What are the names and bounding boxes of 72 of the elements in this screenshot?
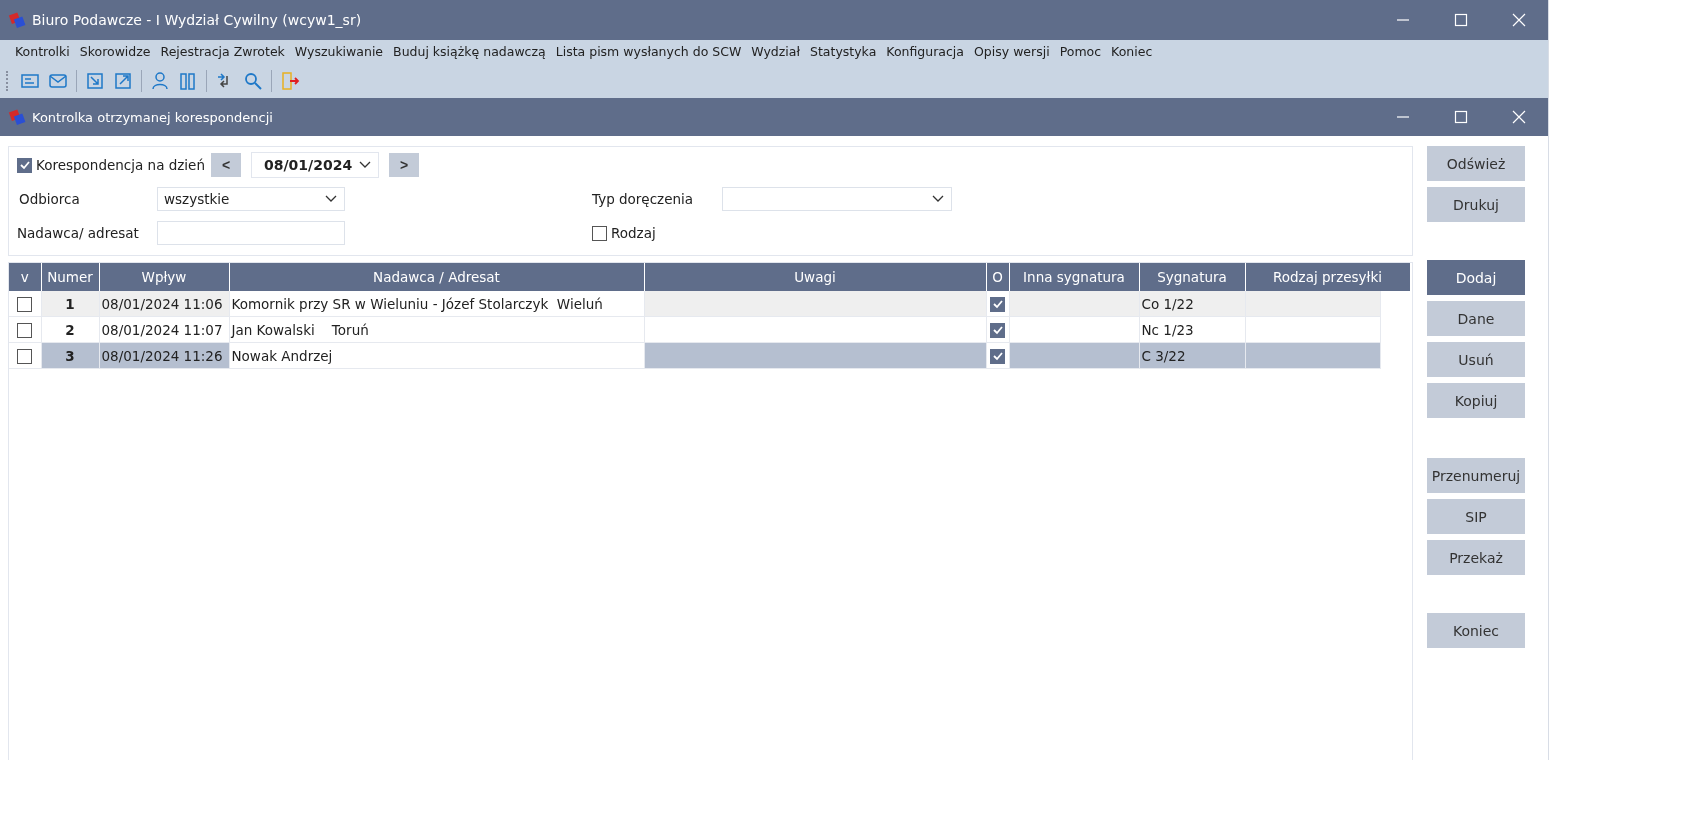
column-header[interactable]: Numer [41,263,99,291]
action-button[interactable]: Dodaj [1427,260,1525,295]
checkbox[interactable] [990,296,1005,312]
field-label: Odbiorca [18,191,81,207]
menu-item[interactable]: Rejestracja Zwrotek [155,42,290,61]
menu-item[interactable]: Pomoc [1054,42,1107,61]
field-label: Nadawca/ adresat [17,225,140,241]
table-cell: Jan Kowalski Toruń [229,316,644,343]
sender-field[interactable] [157,221,345,245]
maximize-icon [1454,13,1468,27]
menu-item[interactable]: Skorowidze [74,42,156,61]
action-button[interactable]: Przenumeruj [1427,458,1525,493]
table-cell: Komornik przy SR w Wieluniu - Józef Stolarczyk Wieluń [229,291,644,317]
next-day-button[interactable]: > [389,153,419,177]
close-icon [1512,110,1526,124]
action-button[interactable]: Usuń [1427,342,1525,377]
previous-day-button[interactable]: < [211,153,241,177]
table-cell: C 3/22 [1139,342,1245,369]
table-cell: Nc 1/23 [1139,316,1245,343]
checkbox[interactable] [17,296,33,312]
column-header[interactable]: Wpływ [99,263,229,291]
column-header[interactable]: v [9,263,41,291]
recipient-dropdown[interactable]: wszystkie [157,187,345,211]
menu-item[interactable]: Konfiguracja [881,42,969,61]
checkbox[interactable] [17,322,33,338]
table-cell: 08/01/2024 11:26 [99,342,229,369]
table-cell: 08/01/2024 11:07 [99,316,229,343]
checkbox-label: Korespondencja na dzień [36,157,205,173]
checkbox[interactable] [990,348,1005,364]
table-cell: Co 1/22 [1139,291,1245,317]
action-button[interactable]: Przekaż [1427,540,1525,575]
checkbox[interactable] [17,157,32,173]
menu-item[interactable]: Wydział [746,42,805,61]
action-button[interactable]: Odśwież [1427,146,1525,181]
table-cell: 1 [41,291,99,317]
menu-item[interactable]: Statystyka [805,42,882,61]
menu-item[interactable]: Opisy wersji [969,42,1055,61]
action-button[interactable]: SIP [1427,499,1525,534]
checkbox-label: Rodzaj [611,225,656,241]
menu-item[interactable]: Koniec [1106,42,1158,61]
action-button[interactable]: Drukuj [1427,187,1525,222]
column-header[interactable]: Uwagi [644,263,986,291]
checkbox[interactable] [17,348,33,364]
column-header[interactable]: Inna sygnatura [1009,263,1139,291]
table-cell: Nowak Andrzej [229,342,644,369]
date-dropdown[interactable]: 08/01/2024 [251,152,379,178]
checkbox[interactable] [990,322,1005,338]
column-header[interactable]: Nadawca / Adresat [229,263,644,291]
window-icon [8,108,26,126]
column-header[interactable]: Sygnatura [1139,263,1245,291]
action-button[interactable]: Koniec [1427,613,1525,648]
close-icon [1512,13,1526,27]
maximize-icon [1454,110,1468,124]
table-cell: 2 [41,316,99,343]
checkbox[interactable] [592,225,607,241]
action-button[interactable]: Kopiuj [1427,383,1525,418]
app-icon [8,11,26,29]
menu-item[interactable]: Kontrolki [10,42,75,61]
menu-item[interactable]: Lista pism wysłanych do SCW [550,42,747,61]
table-cell: 08/01/2024 11:06 [99,291,229,317]
search-icon [243,70,263,91]
person-icon [150,70,170,91]
menu-item[interactable]: Buduj książkę nadawczą [388,42,551,61]
field-label: Typ doręczenia [592,191,695,207]
exit-door-icon [280,70,300,91]
binders-icon [178,70,198,91]
action-button[interactable]: Dane [1427,301,1525,336]
column-header[interactable]: Rodzaj przesyłki [1245,263,1410,291]
window-title: Biuro Podawcze - I Wydział Cywilny (wcyw1_sr) [32,12,363,28]
window-title: Kontrolka otrzymanej korespondencji [32,109,274,125]
column-header[interactable]: O [986,263,1009,291]
menu-item[interactable]: Wyszukiwanie [289,42,389,61]
